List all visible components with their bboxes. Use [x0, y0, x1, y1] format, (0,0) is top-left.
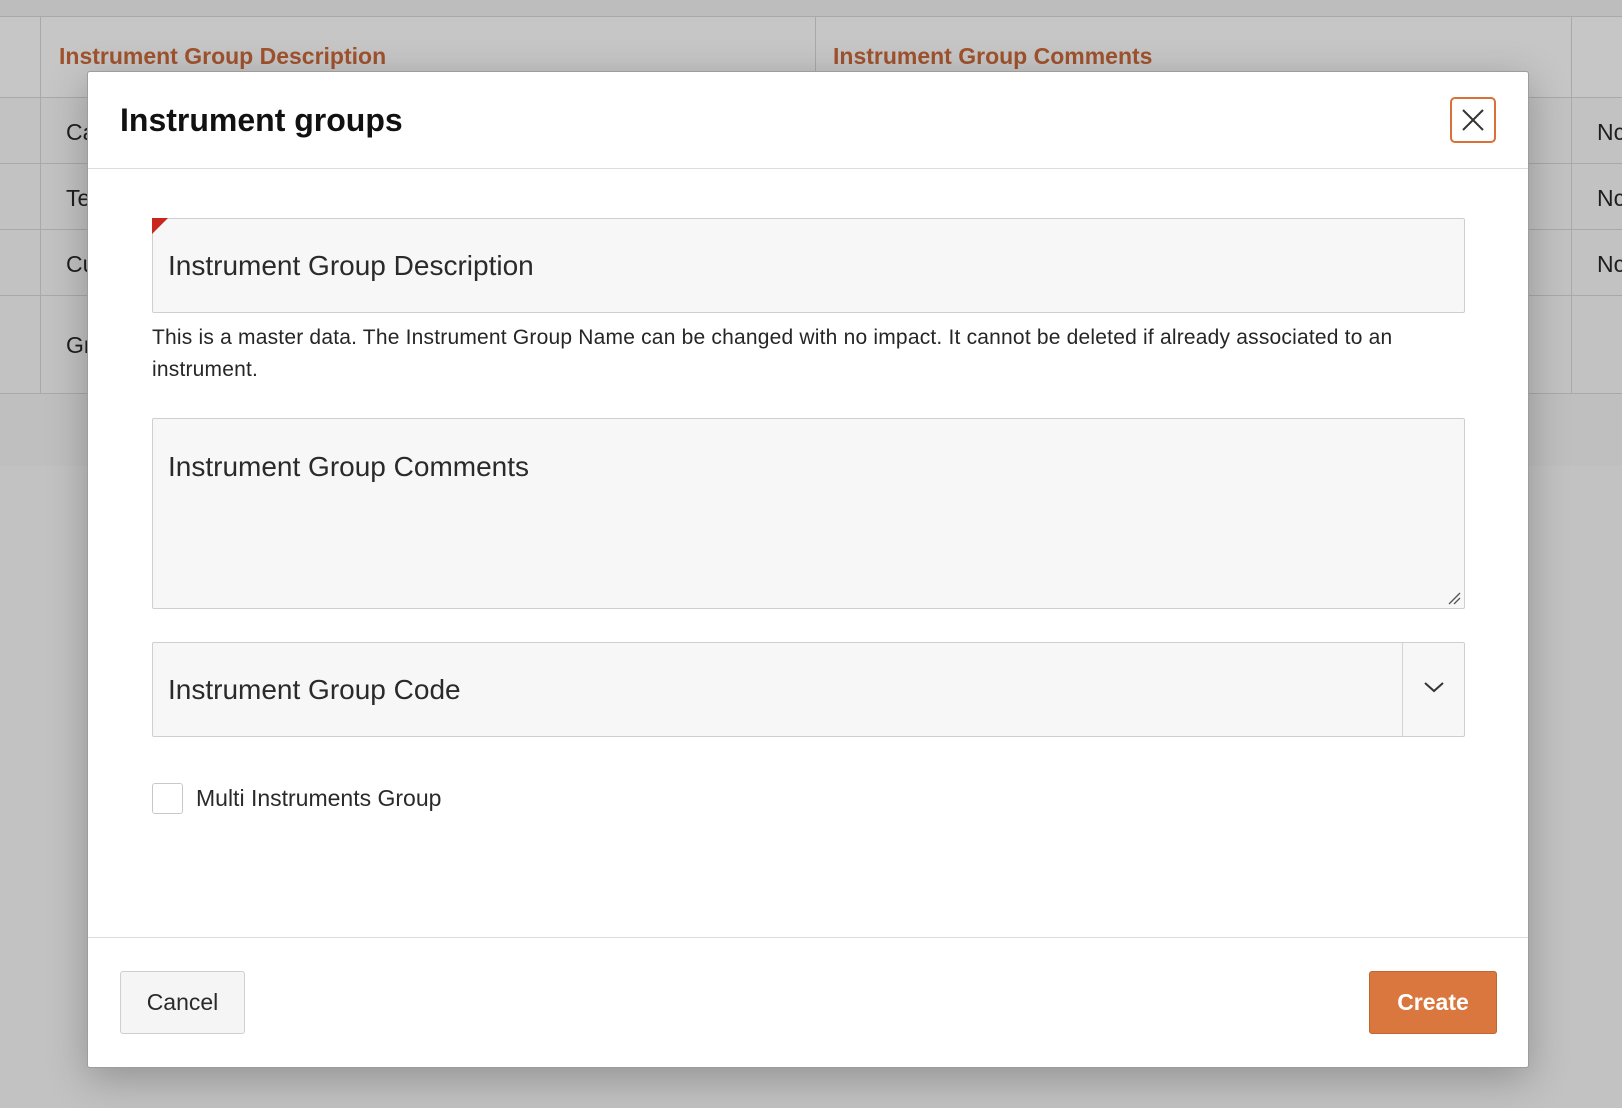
- close-button[interactable]: [1450, 97, 1496, 143]
- code-field-label: Instrument Group Code: [168, 674, 461, 705]
- instrument-groups-dialog: Instrument groups Instrument Group Descr…: [87, 71, 1529, 1068]
- description-help-text: This is a master data. The Instrument Gr…: [152, 326, 1393, 381]
- dialog-title: Instrument groups: [120, 102, 403, 138]
- background-top-bar: [0, 0, 1622, 16]
- close-icon: [1462, 109, 1484, 131]
- column-header-description: Instrument Group Description: [59, 43, 387, 69]
- resize-grip-icon[interactable]: [1447, 591, 1461, 605]
- code-dropdown-toggle[interactable]: [1403, 643, 1465, 736]
- comments-field-label: Instrument Group Comments: [168, 451, 530, 482]
- required-indicator: [152, 218, 168, 234]
- comments-textarea[interactable]: Instrument Group Comments: [152, 418, 1465, 609]
- description-field[interactable]: Instrument Group Description: [152, 218, 1465, 313]
- dialog-header: Instrument groups: [88, 72, 1528, 169]
- table-cell: Nc: [1597, 185, 1622, 211]
- dialog-footer: Cancel Create: [88, 937, 1528, 1068]
- multi-instruments-group-checkbox[interactable]: [152, 783, 183, 814]
- chevron-down-icon: [1424, 682, 1444, 693]
- description-field-label: Instrument Group Description: [168, 250, 534, 281]
- multi-instruments-group-label[interactable]: Multi Instruments Group: [196, 785, 441, 812]
- code-select[interactable]: Instrument Group Code: [152, 642, 1465, 737]
- table-cell: Nc: [1597, 251, 1622, 277]
- cancel-button[interactable]: Cancel: [120, 971, 245, 1034]
- column-header-comments: Instrument Group Comments: [833, 43, 1153, 69]
- create-button[interactable]: Create: [1369, 971, 1497, 1034]
- table-cell: Nc: [1597, 119, 1622, 145]
